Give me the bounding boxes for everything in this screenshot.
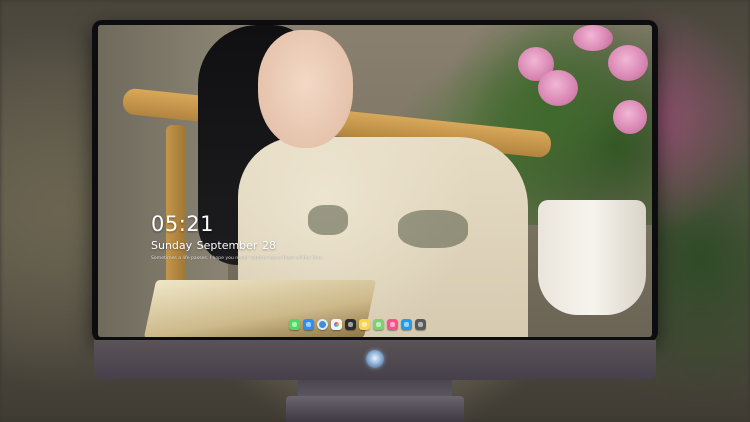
wallpaper-face — [258, 30, 353, 148]
video-clapper-icon[interactable] — [345, 319, 356, 330]
wallpaper-flower-pot — [538, 200, 646, 315]
music-icon[interactable] — [387, 319, 398, 330]
lock-screen[interactable]: 05:21 Sunday September 28 Sometimes a li… — [98, 25, 652, 337]
wallpaper-flower — [613, 100, 647, 134]
wallpaper-leaf-shadow — [308, 205, 348, 235]
wallpaper-flower — [538, 70, 578, 106]
brand-logo-icon — [366, 350, 384, 368]
camera-icon[interactable] — [415, 319, 426, 330]
monitor-stand-base — [286, 396, 464, 422]
safari-icon[interactable] — [317, 319, 328, 330]
lock-screen-quote: Sometimes a life passes. I hope you neve… — [151, 256, 323, 261]
dock — [286, 317, 429, 332]
lock-screen-date: Sunday September 28 — [151, 239, 276, 252]
wallpaper-flower — [608, 45, 648, 81]
notes-icon[interactable] — [359, 319, 370, 330]
messages-icon[interactable] — [289, 319, 300, 330]
maps-icon[interactable] — [373, 319, 384, 330]
app-store-icon[interactable] — [401, 319, 412, 330]
photos-icon[interactable] — [331, 319, 342, 330]
lock-screen-time: 05:21 — [151, 212, 215, 236]
finder-icon[interactable] — [303, 319, 314, 330]
wallpaper-leaf-shadow — [398, 210, 468, 248]
wallpaper-flower — [573, 25, 613, 51]
